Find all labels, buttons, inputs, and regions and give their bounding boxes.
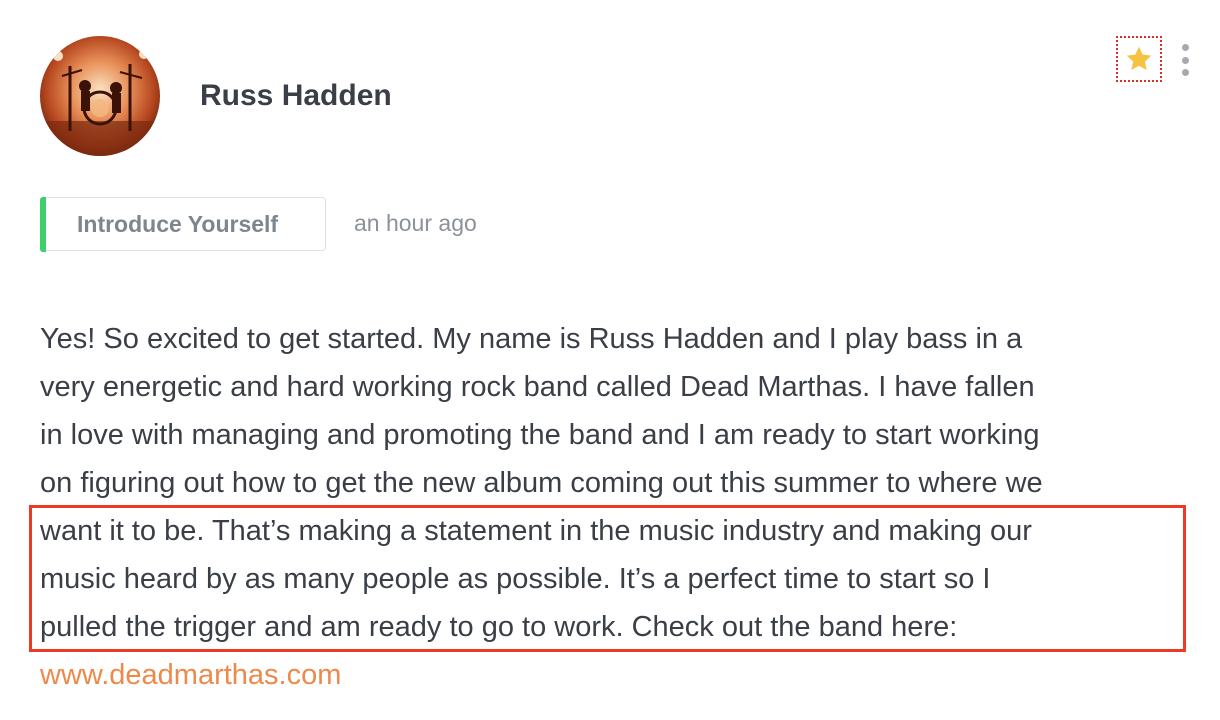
post-body-line: very energetic and hard working rock ban… xyxy=(40,371,1035,403)
more-options-button[interactable] xyxy=(1174,44,1196,76)
more-vertical-icon xyxy=(1181,44,1189,51)
post-body-line: in love with managing and promoting the … xyxy=(40,419,1040,451)
post-body-line: music heard by as many people as possibl… xyxy=(40,563,991,595)
author-name[interactable]: Russ Hadden xyxy=(200,76,392,116)
post-timestamp: an hour ago xyxy=(354,210,477,236)
category-accent-bar xyxy=(40,196,46,252)
category-label: Introduce Yourself xyxy=(77,210,279,237)
post-body-line: pulled the trigger and am ready to go to… xyxy=(40,611,958,643)
post-body: Yes! So excited to get started. My name … xyxy=(40,315,1190,699)
avatar[interactable] xyxy=(40,36,160,156)
band-website-link[interactable]: www.deadmarthas.com xyxy=(40,651,1190,699)
avatar-image xyxy=(40,36,160,156)
post-card: Russ Hadden Introduce Yourself an hour a… xyxy=(0,0,1220,720)
post-body-line: on figuring out how to get the new album… xyxy=(40,467,1043,499)
post-body-line: want it to be. That’s making a statement… xyxy=(40,515,1032,547)
star-button[interactable] xyxy=(1116,36,1162,82)
category-tag[interactable]: Introduce Yourself xyxy=(40,196,326,252)
star-icon xyxy=(1126,46,1152,70)
post-body-line: Yes! So excited to get started. My name … xyxy=(40,323,1023,355)
